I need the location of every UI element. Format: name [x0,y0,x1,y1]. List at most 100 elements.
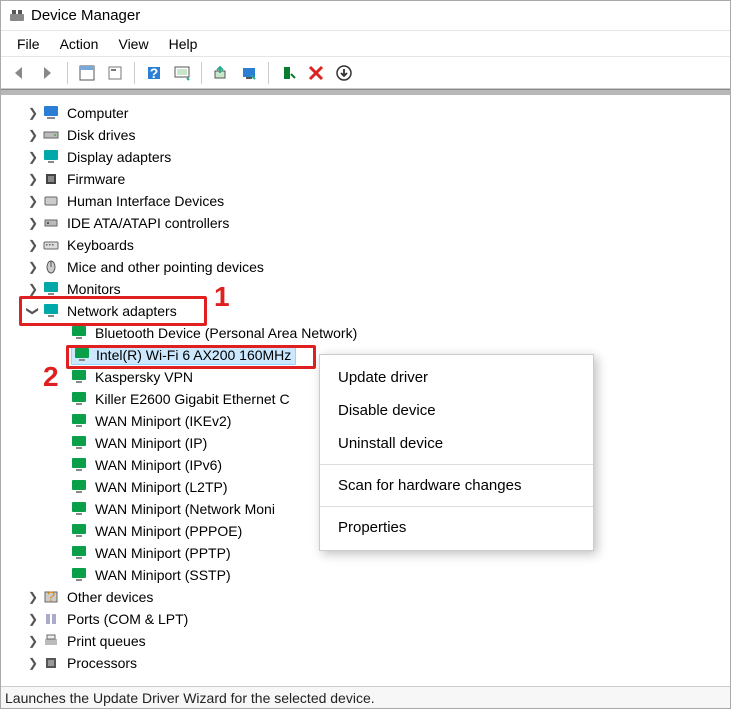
toolbar-scan[interactable] [169,60,195,86]
node-label: Firmware [65,170,127,188]
expand-icon[interactable]: ❯ [23,150,43,164]
menu-file[interactable]: File [7,32,50,56]
node-label: WAN Miniport (PPPOE) [93,522,244,540]
node-label: WAN Miniport (L2TP) [93,478,230,496]
tree-node-disk-drives[interactable]: ❯ Disk drives [23,124,730,146]
network-icon [43,302,61,320]
tree-node-firmware[interactable]: ❯ Firmware [23,168,730,190]
adapter-icon [71,522,89,540]
tree-node-ports[interactable]: ❯ Ports (COM & LPT) [23,608,730,630]
mouse-icon [43,258,61,276]
toolbar-disable[interactable] [303,60,329,86]
ctx-update-driver[interactable]: Update driver [320,361,593,394]
node-label: Computer [65,104,130,122]
ctx-uninstall-device[interactable]: Uninstall device [320,427,593,460]
node-label: WAN Miniport (PPTP) [93,544,233,562]
toolbar-down[interactable] [331,60,357,86]
firmware-icon [43,170,61,188]
adapter-icon [74,346,92,364]
expand-icon[interactable]: ❯ [23,238,43,252]
adapter-icon [71,434,89,452]
statusbar-text: Launches the Update Driver Wizard for th… [5,690,375,706]
node-label: Monitors [65,280,123,298]
expand-icon[interactable]: ❯ [23,590,43,604]
toolbar-update-driver[interactable] [208,60,234,86]
ports-icon [43,610,61,628]
node-label: Bluetooth Device (Personal Area Network) [93,324,359,342]
tree-node-keyboards[interactable]: ❯ Keyboards [23,234,730,256]
display-icon [43,148,61,166]
expand-icon[interactable]: ❯ [23,260,43,274]
expand-icon[interactable]: ❯ [23,656,43,670]
computer-icon [43,104,61,122]
toolbar-sep [201,62,202,84]
titlebar: Device Manager [1,1,730,31]
node-label: IDE ATA/ATAPI controllers [65,214,231,232]
toolbar-help[interactable]: ? [141,60,167,86]
window-title: Device Manager [31,7,140,24]
adapter-icon [71,500,89,518]
adapter-icon [71,456,89,474]
ctx-disable-device[interactable]: Disable device [320,394,593,427]
expand-icon[interactable]: ❯ [23,282,43,296]
adapter-icon [71,544,89,562]
node-label: Human Interface Devices [65,192,226,210]
toolbar-sep [134,62,135,84]
ctx-sep [320,464,593,465]
toolbar-uninstall[interactable] [236,60,262,86]
node-label: Other devices [65,588,155,606]
node-label: Killer E2600 Gigabit Ethernet C [93,390,292,408]
node-label: WAN Miniport (IPv6) [93,456,224,474]
menu-help[interactable]: Help [159,32,208,56]
expand-icon[interactable]: ❯ [23,612,43,626]
context-menu: Update driver Disable device Uninstall d… [319,354,594,551]
tree-node-mice[interactable]: ❯ Mice and other pointing devices [23,256,730,278]
tree-node-ide[interactable]: ❯ IDE ATA/ATAPI controllers [23,212,730,234]
tree-node-other-devices[interactable]: ❯ ? Other devices [23,586,730,608]
expand-icon[interactable]: ❯ [23,172,43,186]
cpu-icon [43,654,61,672]
node-label: Processors [65,654,139,672]
node-label: WAN Miniport (Network Moni [93,500,277,518]
tree-node-monitors[interactable]: ❯ Monitors [23,278,730,300]
toolbar-properties[interactable] [102,60,128,86]
toolbar-back[interactable] [7,60,33,86]
expand-icon[interactable]: ❯ [23,634,43,648]
statusbar: Launches the Update Driver Wizard for th… [1,686,730,708]
node-label: Intel(R) Wi-Fi 6 AX200 160MHz [96,347,291,363]
tree-node-adapter[interactable]: Bluetooth Device (Personal Area Network) [23,322,730,344]
adapter-icon [71,478,89,496]
tree-node-adapter[interactable]: WAN Miniport (SSTP) [23,564,730,586]
tree-node-network-adapters[interactable]: ❯ Network adapters [23,300,730,322]
menubar: File Action View Help [1,31,730,57]
adapter-icon [71,566,89,584]
ctx-properties[interactable]: Properties [320,511,593,544]
tree-node-hid[interactable]: ❯ Human Interface Devices [23,190,730,212]
node-label: Disk drives [65,126,137,144]
menu-view[interactable]: View [108,32,158,56]
tree-node-display-adapters[interactable]: ❯ Display adapters [23,146,730,168]
adapter-icon [71,368,89,386]
node-label: WAN Miniport (SSTP) [93,566,233,584]
tree-node-processors[interactable]: ❯ Processors [23,652,730,674]
menu-action[interactable]: Action [50,32,109,56]
tree-node-computer[interactable]: ❯ Computer [23,102,730,124]
node-label: Ports (COM & LPT) [65,610,190,628]
expand-icon[interactable]: ❯ [23,194,43,208]
expand-icon[interactable]: ❯ [23,128,43,142]
other-icon: ? [43,588,61,606]
ctx-scan-hardware[interactable]: Scan for hardware changes [320,469,593,502]
tree-node-print-queues[interactable]: ❯ Print queues [23,630,730,652]
toolbar-sep [67,62,68,84]
toolbar: ? [1,57,730,89]
node-label: Keyboards [65,236,136,254]
toolbar-show-hide[interactable] [74,60,100,86]
collapse-icon[interactable]: ❯ [26,301,40,321]
toolbar-sep [268,62,269,84]
toolbar-enable[interactable] [275,60,301,86]
printer-icon [43,632,61,650]
toolbar-forward[interactable] [35,60,61,86]
adapter-icon [71,324,89,342]
expand-icon[interactable]: ❯ [23,216,43,230]
expand-icon[interactable]: ❯ [23,106,43,120]
